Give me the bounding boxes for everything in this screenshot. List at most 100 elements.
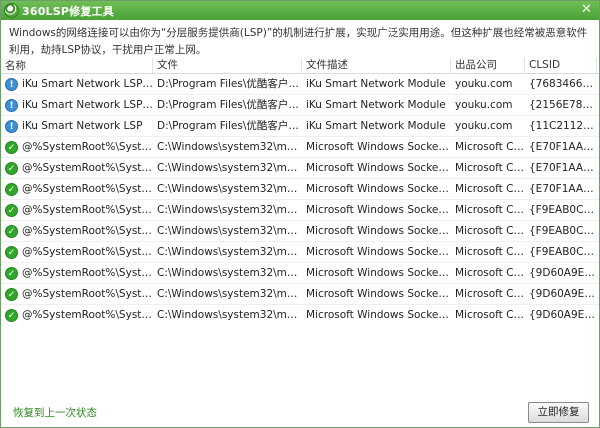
description-text: Windows的网络连接可以由你为“分层服务提供商(LSP)”的机制进行扩展，实… xyxy=(9,27,588,56)
table-row[interactable]: ✓ @%SystemRoot%\System32... C:\Windows\sys… xyxy=(1,284,599,305)
cell-file: D:\Program Files\优酷客户端\iku... xyxy=(157,119,302,132)
table-row[interactable]: ✓ @%SystemRoot%\System32... C:\Windows\sys… xyxy=(1,263,599,284)
info-shield-icon: ! xyxy=(5,119,18,133)
row-name: @%SystemRoot%\System32... xyxy=(22,266,153,279)
cell-clsid: {9D60A9E0-3... xyxy=(529,287,597,300)
table-header: 名称 文件 文件描述 出品公司 CLSID xyxy=(1,58,599,74)
row-name: iKu Smart Network LSP xyxy=(22,119,143,132)
lsp-table: 名称 文件 文件描述 出品公司 CLSID ! iKu Smart Network… xyxy=(1,58,599,322)
check-icon: ✓ xyxy=(5,245,18,259)
table-row[interactable]: ✓ @%SystemRoot%\System32... C:\Windows\sys… xyxy=(1,200,599,221)
check-icon: ✓ xyxy=(5,161,18,175)
cell-clsid: {E70F1AA0-A... xyxy=(529,182,597,195)
restore-previous-link[interactable]: 恢复到上一次状态 xyxy=(13,405,97,420)
cell-description: iKu Smart Network Module xyxy=(306,119,446,132)
table-row[interactable]: ! iKu Smart Network LSP D:\Program Files\优… xyxy=(1,116,599,137)
table-row[interactable]: ✓ @%SystemRoot%\System32... C:\Windows\sys… xyxy=(1,158,599,179)
row-name: @%SystemRoot%\System32... xyxy=(22,224,153,237)
row-name: @%SystemRoot%\System32... xyxy=(22,161,153,174)
info-shield-icon: ! xyxy=(5,98,18,112)
row-name: @%SystemRoot%\System32... xyxy=(22,287,153,300)
cell-company: Microsoft Cor... xyxy=(455,140,525,153)
cell-description: iKu Smart Network Module xyxy=(306,98,446,111)
table-row[interactable]: ✓ @%SystemRoot%\System32... C:\Windows\sys… xyxy=(1,242,599,263)
row-name: @%SystemRoot%\System32... xyxy=(22,182,153,195)
cell-name: ✓ @%SystemRoot%\System32... xyxy=(1,158,153,179)
cell-file: C:\Windows\system32\mswsock... xyxy=(157,287,302,300)
cell-file: C:\Windows\system32\mswsock... xyxy=(157,203,302,216)
cell-clsid: {9D60A9E0-3... xyxy=(529,308,597,321)
window-title: 360LSP修复工具 xyxy=(22,5,114,18)
lsp-repair-window: 360LSP修复工具 ✕ Windows的网络连接可以由你为“分层服务提供商(L… xyxy=(0,0,600,428)
cell-name: ✓ @%SystemRoot%\System32... xyxy=(1,305,153,323)
close-button[interactable]: ✕ xyxy=(578,2,595,18)
cell-clsid: {9D60A9E0-3... xyxy=(529,266,597,279)
cell-company: youku.com xyxy=(455,77,513,90)
cell-description: Microsoft Windows Sockets 2.0... xyxy=(306,287,451,300)
column-header-name[interactable]: 名称 xyxy=(1,58,153,74)
repair-now-button[interactable]: 立即修复 xyxy=(528,402,589,423)
cell-file: D:\Program Files\优酷客户端\iku... xyxy=(157,77,302,90)
column-header-description[interactable]: 文件描述 xyxy=(302,58,451,74)
check-icon: ✓ xyxy=(5,287,18,301)
check-icon: ✓ xyxy=(5,224,18,238)
cell-name: ✓ @%SystemRoot%\System32... xyxy=(1,242,153,263)
cell-file: D:\Program Files\优酷客户端\iku... xyxy=(157,98,302,111)
cell-name: ✓ @%SystemRoot%\System32... xyxy=(1,221,153,242)
cell-description: Microsoft Windows Sockets 2.0... xyxy=(306,182,451,195)
check-icon: ✓ xyxy=(5,266,18,280)
cell-clsid: {76834660-E... xyxy=(529,77,597,90)
cell-company: Microsoft Cor... xyxy=(455,224,525,237)
cell-name: ! iKu Smart Network LSP over... xyxy=(1,74,153,95)
cell-company: youku.com xyxy=(455,119,513,132)
row-name: iKu Smart Network LSP over... xyxy=(22,98,153,111)
cell-company: Microsoft Cor... xyxy=(455,203,525,216)
cell-clsid: {F9EAB0C0-2... xyxy=(529,245,597,258)
table-row[interactable]: ✓ @%SystemRoot%\System32... C:\Windows\sys… xyxy=(1,221,599,242)
cell-company: Microsoft Cor... xyxy=(455,287,525,300)
cell-company: Microsoft Cor... xyxy=(455,308,525,321)
cell-description: Microsoft Windows Sockets 2.0... xyxy=(306,161,451,174)
table-row[interactable]: ✓ @%SystemRoot%\System32... C:\Windows\sys… xyxy=(1,305,599,322)
info-shield-icon: ! xyxy=(5,77,18,91)
cell-file: C:\Windows\system32\mswsock... xyxy=(157,161,302,174)
cell-name: ✓ @%SystemRoot%\System32... xyxy=(1,200,153,221)
cell-description: Microsoft Windows Sockets 2.0... xyxy=(306,245,451,258)
table-row[interactable]: ✓ @%SystemRoot%\System32... C:\Windows\sys… xyxy=(1,137,599,158)
column-header-file[interactable]: 文件 xyxy=(153,58,302,74)
table-row[interactable]: ✓ @%SystemRoot%\System32... C:\Windows\sys… xyxy=(1,179,599,200)
column-header-clsid[interactable]: CLSID xyxy=(525,58,597,74)
cell-description: Microsoft Windows Sockets 2.0... xyxy=(306,308,451,321)
cell-description: Microsoft Windows Sockets 2.0... xyxy=(306,224,451,237)
cell-name: ✓ @%SystemRoot%\System32... xyxy=(1,263,153,284)
cell-company: Microsoft Cor... xyxy=(455,266,525,279)
row-name: @%SystemRoot%\System32... xyxy=(22,203,153,216)
column-header-company[interactable]: 出品公司 xyxy=(451,58,525,74)
cell-clsid: {E70F1AA0-A... xyxy=(529,140,597,153)
cell-company: Microsoft Cor... xyxy=(455,161,525,174)
table-row[interactable]: ! iKu Smart Network LSP over... D:\Program… xyxy=(1,74,599,95)
cell-name: ! iKu Smart Network LSP over... xyxy=(1,95,153,116)
cell-company: Microsoft Cor... xyxy=(455,182,525,195)
cell-description: Microsoft Windows Sockets 2.0... xyxy=(306,266,451,279)
app-logo-icon xyxy=(4,3,19,18)
cell-name: ✓ @%SystemRoot%\System32... xyxy=(1,179,153,200)
cell-clsid: {11C21122-8... xyxy=(529,119,597,132)
cell-name: ✓ @%SystemRoot%\System32... xyxy=(1,137,153,158)
row-name: @%SystemRoot%\System32... xyxy=(22,308,153,321)
table-row[interactable]: ! iKu Smart Network LSP over... D:\Program… xyxy=(1,95,599,116)
cell-clsid: {F9EAB0C0-2... xyxy=(529,203,597,216)
cell-description: Microsoft Windows Sockets 2.0... xyxy=(306,140,451,153)
cell-clsid: {F9EAB0C0-2... xyxy=(529,224,597,237)
check-icon: ✓ xyxy=(5,182,18,196)
check-icon: ✓ xyxy=(5,308,18,322)
row-name: @%SystemRoot%\System32... xyxy=(22,245,153,258)
row-name: iKu Smart Network LSP over... xyxy=(22,77,153,90)
cell-file: C:\Windows\system32\mswsock... xyxy=(157,245,302,258)
cell-file: C:\Windows\system32\mswsock... xyxy=(157,182,302,195)
cell-file: C:\Windows\system32\mswsock... xyxy=(157,224,302,237)
cell-clsid: {E70F1AA0-A... xyxy=(529,161,597,174)
title-bar[interactable]: 360LSP修复工具 ✕ xyxy=(1,1,599,20)
footer-bar: 恢复到上一次状态 立即修复 xyxy=(1,393,599,427)
cell-clsid: {2156E786-5... xyxy=(529,98,597,111)
